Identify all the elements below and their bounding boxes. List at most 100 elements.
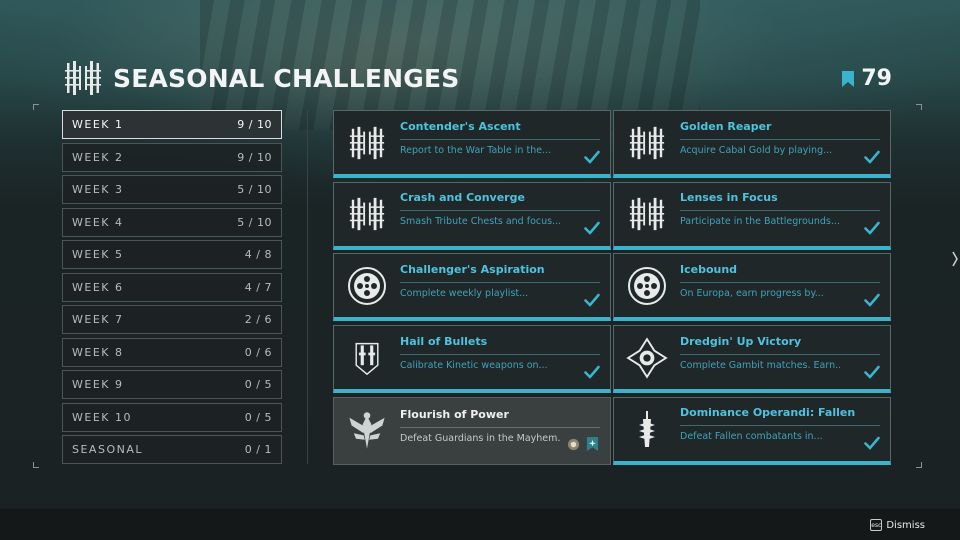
challenge-description: Participate in the Battlegrounds... bbox=[680, 216, 840, 228]
week-list: WEEK 19 / 10 WEEK 29 / 10 WEEK 35 / 10 WEEK… bbox=[62, 110, 282, 468]
week-tab[interactable]: WEEK 8 0 / 6 bbox=[62, 337, 282, 367]
week-label: WEEK 6 bbox=[72, 280, 124, 294]
reward-bright-dust-icon bbox=[585, 436, 600, 453]
checkmark-icon bbox=[864, 435, 880, 451]
week-tab[interactable]: WEEK 10 0 / 5 bbox=[62, 402, 282, 432]
challenge-description: Complete Gambit matches. Earn... bbox=[680, 359, 840, 371]
challenge-title: Hail of Bullets bbox=[400, 334, 488, 348]
challenge-text: Dominance Operandi: Fallen Defeat Fallen … bbox=[680, 403, 880, 455]
challenge-text: Flourish of Power Defeat Guardians in the… bbox=[400, 405, 600, 457]
playlist-icon bbox=[338, 257, 396, 315]
challenge-description: On Europa, earn progress by... bbox=[680, 287, 824, 299]
challenge-card[interactable]: Flourish of Power Defeat Guardians in the… bbox=[333, 396, 611, 465]
week-label: WEEK 8 bbox=[72, 345, 124, 359]
challenge-description: Calibrate Kinetic weapons on... bbox=[400, 359, 548, 371]
seasonal-emblem-icon bbox=[338, 185, 396, 243]
week-label: WEEK 10 bbox=[72, 410, 132, 424]
seasonal-emblem-icon bbox=[338, 114, 396, 172]
week-tab[interactable]: WEEK 3 5 / 10 bbox=[62, 175, 282, 204]
challenge-card[interactable]: Icebound On Europa, earn progress by... bbox=[613, 253, 891, 322]
divider bbox=[680, 210, 880, 212]
page-header: SEASONAL CHALLENGES bbox=[63, 58, 459, 98]
divider bbox=[680, 281, 880, 283]
challenge-description: Complete weekly playlist... bbox=[400, 287, 529, 299]
challenge-card[interactable]: Hail of Bullets Calibrate Kinetic weapons… bbox=[333, 325, 611, 394]
frame-corner bbox=[916, 462, 922, 468]
checkmark-icon bbox=[584, 220, 600, 236]
page-title: SEASONAL CHALLENGES bbox=[113, 63, 460, 93]
week-progress: 4 / 8 bbox=[244, 248, 272, 261]
challenge-card[interactable]: Dominance Operandi: Fallen Defeat Fallen … bbox=[613, 396, 891, 465]
challenge-card[interactable]: Crash and Converge Smash Tribute Chests a… bbox=[333, 181, 611, 250]
week-tab[interactable]: WEEK 4 5 / 10 bbox=[62, 207, 282, 237]
checkmark-icon bbox=[864, 292, 880, 307]
dismiss-button[interactable]: esc Dismiss bbox=[870, 519, 925, 531]
week-label: SEASONAL bbox=[72, 443, 143, 456]
checkmark-icon bbox=[864, 149, 880, 164]
challenge-title: Icebound bbox=[680, 262, 738, 276]
week-label: WEEK 9 bbox=[72, 378, 124, 391]
week-tab[interactable]: WEEK 7 2 / 6 bbox=[62, 305, 282, 334]
frame-corner bbox=[33, 462, 39, 468]
challenge-card[interactable]: Challenger's Aspiration Complete weekly p… bbox=[333, 253, 611, 322]
challenge-title: Dominance Operandi: Fallen bbox=[680, 406, 856, 420]
seasonal-emblem-icon bbox=[65, 61, 101, 95]
seasonal-emblem-icon bbox=[618, 185, 676, 243]
esc-key-icon: esc bbox=[870, 519, 883, 531]
week-progress: 2 / 6 bbox=[244, 313, 272, 326]
divider bbox=[680, 425, 880, 427]
week-tab[interactable]: WEEK 9 0 / 5 bbox=[62, 370, 282, 399]
challenge-card[interactable]: Contender's Ascent Report to the War Tabl… bbox=[333, 110, 611, 178]
chevron-right-icon[interactable] bbox=[952, 250, 958, 268]
challenge-description: Report to the War Table in the... bbox=[400, 144, 552, 156]
week-tab[interactable]: WEEK 6 4 / 7 bbox=[62, 272, 282, 302]
challenge-title: Golden Reaper bbox=[680, 119, 772, 133]
checkmark-icon bbox=[584, 364, 600, 379]
challenge-card[interactable]: Lenses in Focus Participate in the Battle… bbox=[613, 181, 891, 250]
week-tab[interactable]: WEEK 2 9 / 10 bbox=[62, 142, 282, 172]
reward-list bbox=[566, 436, 600, 453]
week-label: WEEK 2 bbox=[72, 150, 124, 164]
week-tab[interactable]: WEEK 1 9 / 10 bbox=[62, 110, 282, 139]
divider bbox=[400, 281, 600, 283]
challenge-text: Contender's Ascent Report to the War Tabl… bbox=[400, 117, 600, 169]
checkmark-icon bbox=[584, 292, 600, 307]
season-rank-value: 79 bbox=[861, 66, 892, 91]
week-label: WEEK 7 bbox=[72, 313, 124, 326]
checkmark-icon bbox=[864, 220, 880, 236]
divider bbox=[400, 210, 600, 212]
challenge-card[interactable]: Golden Reaper Acquire Cabal Gold by playi… bbox=[613, 110, 891, 178]
weapons-icon bbox=[338, 329, 396, 387]
fallen-icon bbox=[618, 400, 676, 458]
challenge-description: Defeat Fallen combatants in... bbox=[680, 431, 823, 443]
challenge-card[interactable]: Dredgin' Up Victory Complete Gambit match… bbox=[613, 325, 891, 394]
week-tab[interactable]: WEEK 5 4 / 8 bbox=[62, 240, 282, 269]
divider bbox=[680, 138, 880, 140]
checkmark-icon bbox=[584, 149, 600, 164]
gambit-icon bbox=[618, 329, 676, 387]
challenge-description: Smash Tribute Chests and focus... bbox=[400, 216, 560, 228]
week-progress: 0 / 5 bbox=[244, 378, 272, 391]
week-progress: 0 / 6 bbox=[244, 345, 272, 359]
playlist-icon bbox=[618, 257, 676, 315]
crucible-icon bbox=[338, 402, 396, 460]
challenge-title: Challenger's Aspiration bbox=[400, 262, 545, 276]
challenge-text: Dredgin' Up Victory Complete Gambit match… bbox=[680, 332, 880, 384]
frame-corner bbox=[916, 104, 922, 110]
week-tab[interactable]: SEASONAL 0 / 1 bbox=[62, 435, 282, 464]
checkmark-icon bbox=[864, 364, 880, 379]
divider bbox=[400, 426, 600, 428]
week-label: WEEK 3 bbox=[72, 183, 124, 196]
challenge-grid: Contender's Ascent Report to the War Tabl… bbox=[333, 110, 891, 465]
footer-bar bbox=[0, 509, 960, 540]
season-rank: 79 bbox=[841, 66, 892, 91]
challenge-title: Lenses in Focus bbox=[680, 191, 778, 205]
week-progress: 5 / 10 bbox=[237, 215, 272, 229]
challenge-text: Hail of Bullets Calibrate Kinetic weapons… bbox=[400, 332, 600, 384]
divider bbox=[307, 110, 308, 464]
divider bbox=[680, 353, 880, 355]
challenge-text: Lenses in Focus Participate in the Battle… bbox=[680, 188, 880, 240]
divider bbox=[400, 353, 600, 355]
challenge-text: Crash and Converge Smash Tribute Chests a… bbox=[400, 188, 600, 240]
challenge-text: Challenger's Aspiration Complete weekly p… bbox=[400, 260, 600, 312]
